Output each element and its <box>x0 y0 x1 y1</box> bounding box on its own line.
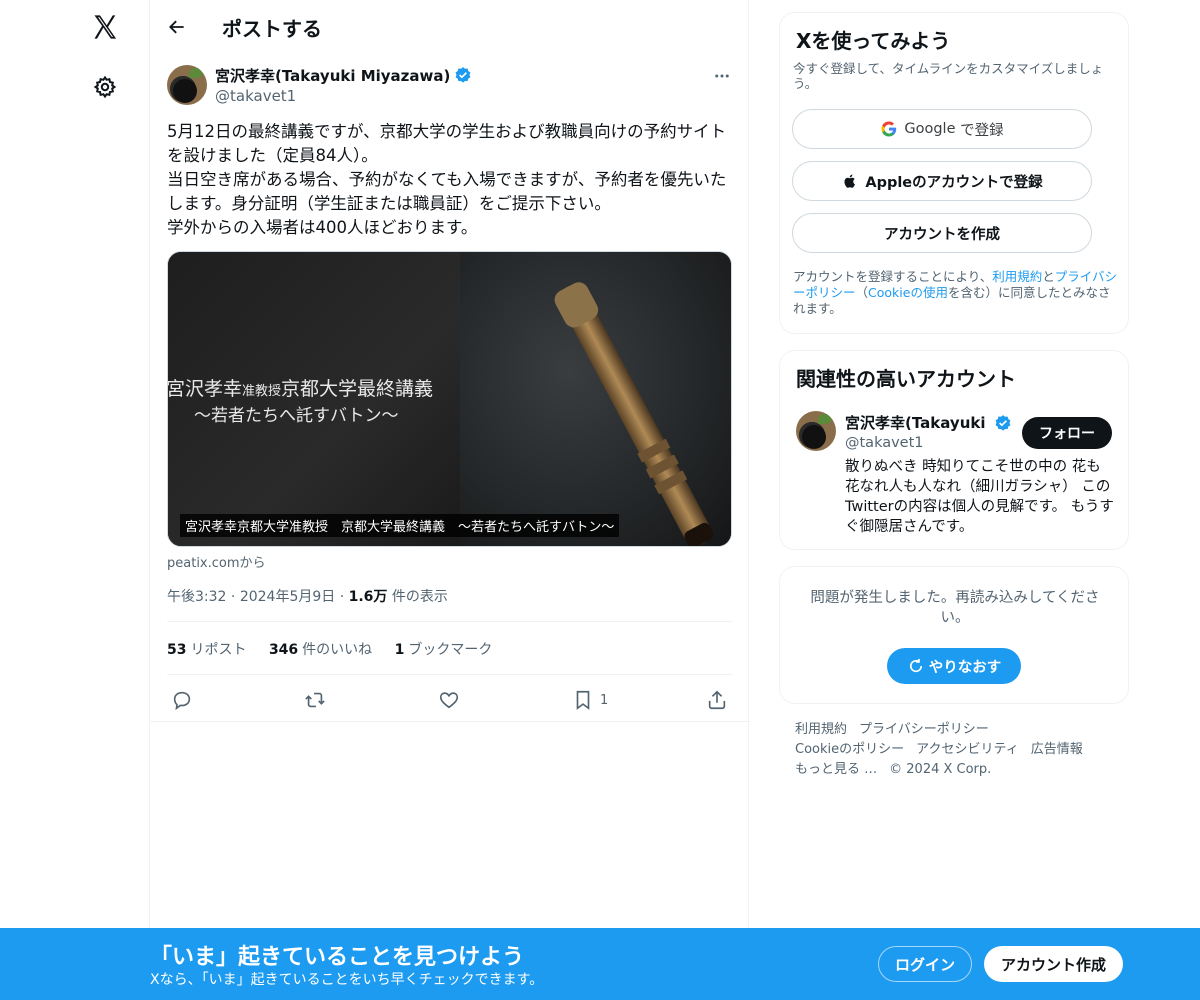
bookmarks-label: ブックマーク <box>408 642 493 658</box>
create-account-button[interactable]: アカウントを作成 <box>792 213 1092 253</box>
tweet-meta: 午後3:32 · 2024年5月9日 · 1.6万 件の表示 <box>167 589 448 605</box>
share-icon[interactable] <box>706 686 728 714</box>
tweet-text: 5月12日の最終講義ですが、京都大学の学生および教職員向けの予約サイトを設けまし… <box>167 122 727 237</box>
x-logo-icon[interactable] <box>88 10 122 44</box>
reposts-count: 53 <box>167 642 187 658</box>
signup-title: Xを使ってみよう <box>796 29 951 53</box>
bookmark-icon[interactable]: 1 <box>572 686 608 714</box>
google-icon <box>881 121 897 137</box>
cookie-link[interactable]: Cookieの使用 <box>868 285 948 300</box>
footer-accessibility[interactable]: アクセシビリティ <box>916 742 1019 757</box>
related-avatar[interactable] <box>796 411 836 451</box>
terms-link[interactable]: 利用規約 <box>992 269 1042 284</box>
footer-copyright: © 2024 X Corp. <box>889 762 992 777</box>
legal-and: と <box>1042 269 1055 284</box>
back-arrow-icon[interactable] <box>164 14 190 40</box>
likes-label: 件のいいね <box>302 642 373 658</box>
views-count: 1.6万 <box>348 589 388 605</box>
link-source[interactable]: peatix.comから <box>167 552 266 571</box>
related-title: 関連性の高いアカウント <box>796 367 1016 391</box>
more-icon[interactable] <box>710 64 734 88</box>
media-title-main-b: 京都大学最終講義 <box>281 378 434 400</box>
media-title-line1: 宮沢孝幸准教授京都大学最終講義 <box>167 374 434 401</box>
main-column: ポストする 宮沢孝幸(Takayuki Miyazawa) @takavet1 … <box>149 0 750 1000</box>
verified-icon <box>995 415 1011 431</box>
tweet-actions: 1 <box>167 686 732 714</box>
apple-icon <box>844 174 856 188</box>
retry-button[interactable]: やりなおす <box>887 648 1021 684</box>
author-name-text: 宮沢孝幸(Takayuki Miyazawa) <box>215 67 451 85</box>
reposts-stat[interactable]: 53 リポスト <box>167 642 246 658</box>
divider <box>150 721 750 722</box>
tweet-stats: 53 リポスト 346 件のいいね 1 ブックマーク <box>167 639 510 659</box>
error-message: 問題が発生しました。再読み込みしてください。 <box>810 590 1100 626</box>
bookmarks-stat[interactable]: 1 ブックマーク <box>395 642 493 658</box>
left-nav <box>0 0 150 1000</box>
banner-signup-button[interactable]: アカウント作成 <box>984 946 1123 982</box>
reposts-label: リポスト <box>190 642 247 658</box>
footer-links: 利用規約 プライバシーポリシー Cookieのポリシー アクセシビリティ 広告情報 も… <box>795 720 1125 780</box>
page-title: ポストする <box>222 17 322 41</box>
retry-label: やりなおす <box>928 659 1002 676</box>
signup-banner: 「いま」起きていることを見つけよう Xなら、「いま」起きていることをいち早くチェ… <box>0 928 1200 1000</box>
gear-icon[interactable] <box>90 72 120 102</box>
divider <box>167 674 732 675</box>
footer-ads[interactable]: 広告情報 <box>1031 742 1083 757</box>
apple-signup-button[interactable]: Appleのアカウントで登録 <box>792 161 1092 201</box>
media-title-small: 准教授 <box>242 384 282 399</box>
google-signup-button[interactable]: Google で登録 <box>792 109 1092 149</box>
related-handle[interactable]: @takavet1 <box>845 435 924 451</box>
media-title-line2: ～若者たちへ託すバトン～ <box>194 406 399 426</box>
follow-button[interactable]: フォロー <box>1022 417 1112 449</box>
author-handle[interactable]: @takavet1 <box>215 87 296 105</box>
banner-subtitle: Xなら、「いま」起きていることをいち早くチェックできます。 <box>150 972 544 988</box>
verified-icon <box>455 67 471 83</box>
media-title-main-a: 宮沢孝幸 <box>167 378 243 400</box>
signup-card: Xを使ってみよう 今すぐ登録して、タイムラインをカスタマイズしましょう。 Goo… <box>779 12 1129 334</box>
like-icon[interactable] <box>438 686 460 714</box>
likes-stat[interactable]: 346 件のいいね <box>269 642 372 658</box>
related-name[interactable]: 宮沢孝幸(Takayuki Miyazawa) <box>845 412 990 433</box>
google-suffix: で登録 <box>960 122 1004 139</box>
views-label: 件の表示 <box>391 589 448 605</box>
reply-icon[interactable] <box>171 686 193 714</box>
create-account-label: アカウントを作成 <box>884 226 1000 243</box>
media-caption: 宮沢孝幸京都大学准教授 京都大学最終講義 ～若者たちへ託すバトン～ <box>180 514 620 537</box>
link-card-image[interactable]: 宮沢孝幸准教授京都大学最終講義 ～若者たちへ託すバトン～ 宮沢孝幸京都大学准教授… <box>167 251 732 547</box>
divider <box>167 621 732 622</box>
footer-cookie[interactable]: Cookieのポリシー <box>795 742 904 757</box>
refresh-icon <box>909 658 922 673</box>
signup-subtitle: 今すぐ登録して、タイムラインをカスタマイズしましょう。 <box>793 61 1104 91</box>
top-bar: ポストする <box>150 0 750 53</box>
bookmark-action-count: 1 <box>600 692 609 708</box>
repost-icon[interactable] <box>304 686 326 714</box>
footer-terms[interactable]: 利用規約 <box>795 722 847 737</box>
error-card: 問題が発生しました。再読み込みしてください。 やりなおす <box>779 566 1129 704</box>
signup-legal-text: アカウントを登録することにより、利用規約とプライバシーポリシー（Cookieの使… <box>793 269 1121 317</box>
bookmarks-count: 1 <box>394 642 405 658</box>
banner-title: 「いま」起きていることを見つけよう <box>150 945 525 970</box>
google-brand: Google <box>904 121 956 137</box>
footer-privacy[interactable]: プライバシーポリシー <box>859 722 989 737</box>
likes-count: 346 <box>268 642 299 658</box>
footer-more[interactable]: もっと見る … <box>795 762 877 777</box>
legal-open: （ <box>855 285 869 300</box>
related-bio: 散りぬべき 時知りてこそ世の中の 花も花なれ人も人なれ（細川ガラシャ） このTw… <box>845 459 1114 535</box>
login-button[interactable]: ログイン <box>878 946 972 982</box>
related-accounts-card: 関連性の高いアカウント 宮沢孝幸(Takayuki Miyazawa) @tak… <box>779 350 1129 550</box>
author-avatar[interactable] <box>167 65 207 105</box>
tweet-time[interactable]: 午後3:32 <box>167 589 226 605</box>
apple-signup-label: Appleのアカウントで登録 <box>865 174 1043 191</box>
tweet-date[interactable]: 2024年5月9日 <box>240 589 335 605</box>
author-name[interactable]: 宮沢孝幸(Takayuki Miyazawa) <box>215 65 472 86</box>
legal-prefix: アカウントを登録することにより、 <box>793 269 993 284</box>
